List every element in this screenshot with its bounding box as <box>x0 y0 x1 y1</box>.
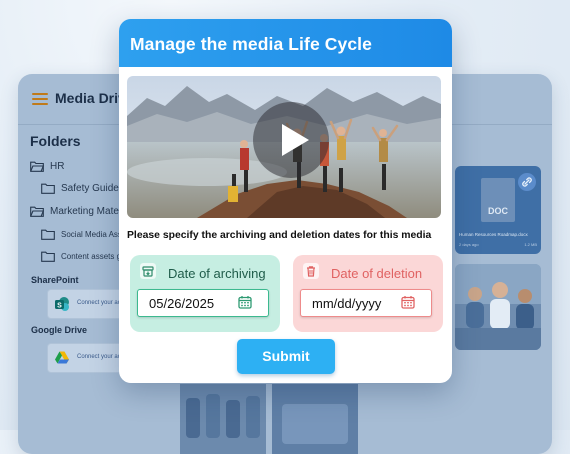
media-lifecycle-dialog: Manage the media Life Cycle Please speci… <box>119 19 452 383</box>
archive-box-icon <box>140 263 156 279</box>
open-folder-icon <box>30 206 44 217</box>
play-button[interactable] <box>253 102 329 178</box>
play-icon <box>282 124 309 156</box>
media-thumbnail[interactable] <box>180 384 266 454</box>
submit-label: Submit <box>262 348 310 364</box>
video-preview[interactable] <box>127 76 441 218</box>
document-name: Human Resources Roadmap.docx <box>459 232 528 237</box>
deletion-date-label: Date of deletion <box>331 266 423 281</box>
link-icon[interactable] <box>518 173 536 191</box>
dialog-title: Manage the media Life Cycle <box>130 34 372 54</box>
sharepoint-icon: S <box>55 297 69 311</box>
svg-text:S: S <box>57 303 62 310</box>
document-date: 2 days ago <box>459 242 479 247</box>
submit-button[interactable]: Submit <box>237 339 335 374</box>
archive-date-card: Date of archiving 05/26/2025 <box>130 255 280 332</box>
folder-item-hr[interactable]: HR <box>30 158 64 174</box>
instruction-text: Please specify the archiving and deletio… <box>127 230 432 241</box>
calendar-icon[interactable] <box>238 295 252 309</box>
folder-label: HR <box>50 160 65 172</box>
team-photo-thumbnail[interactable] <box>455 264 541 350</box>
folder-icon <box>41 183 55 194</box>
document-type-badge: DOC <box>488 206 508 216</box>
document-card[interactable]: DOC Human Resources Roadmap.docx 2 days … <box>455 166 541 254</box>
hamburger-icon[interactable] <box>32 93 48 105</box>
calendar-icon[interactable] <box>401 295 415 309</box>
document-size: 1.2 MB <box>524 242 537 247</box>
deletion-date-placeholder: mm/dd/yyyy <box>312 296 382 311</box>
google-drive-icon <box>55 351 69 364</box>
document-icon: DOC <box>481 178 515 222</box>
dialog-header: Manage the media Life Cycle <box>119 19 452 67</box>
deletion-date-input[interactable]: mm/dd/yyyy <box>300 289 432 317</box>
open-folder-icon <box>30 161 44 172</box>
sharepoint-heading: SharePoint <box>31 275 79 285</box>
archive-date-label: Date of archiving <box>168 266 266 281</box>
folder-icon <box>41 251 55 262</box>
trash-icon <box>303 263 319 279</box>
folders-heading: Folders <box>30 133 81 149</box>
archive-date-value: 05/26/2025 <box>149 296 215 311</box>
archive-date-input[interactable]: 05/26/2025 <box>137 289 269 317</box>
media-thumbnail[interactable] <box>272 384 358 454</box>
folder-icon <box>41 229 55 240</box>
google-drive-heading: Google Drive <box>31 325 88 335</box>
deletion-date-card: Date of deletion mm/dd/yyyy <box>293 255 443 332</box>
